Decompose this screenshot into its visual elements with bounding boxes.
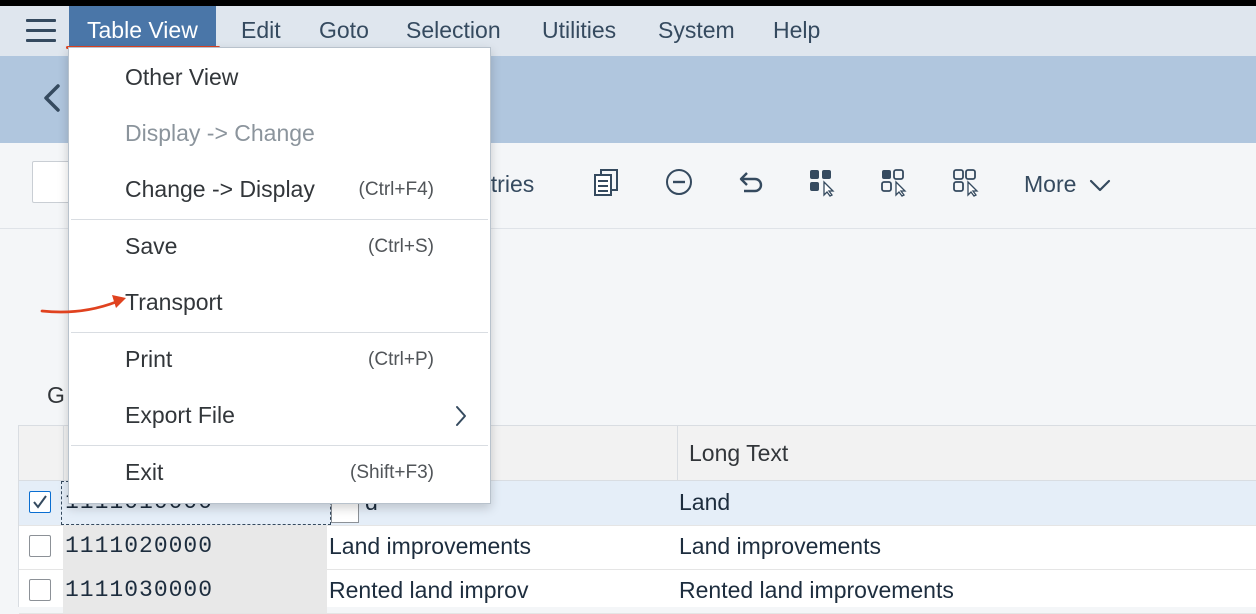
select-all-icon[interactable] bbox=[808, 167, 838, 197]
menu-system[interactable]: System bbox=[658, 6, 735, 56]
menu-item-save[interactable]: Save (Ctrl+S) bbox=[69, 220, 490, 276]
column-header-long-text[interactable]: Long Text bbox=[689, 440, 788, 467]
menu-item-transport[interactable]: Transport bbox=[69, 276, 490, 332]
menu-item-label: Display -> Change bbox=[125, 120, 315, 146]
row-checkbox[interactable] bbox=[29, 491, 51, 513]
select-all-header[interactable] bbox=[19, 426, 64, 480]
menu-item-shortcut: (Ctrl+P) bbox=[368, 349, 434, 370]
menu-item-label: Save bbox=[125, 233, 178, 259]
menu-item-shortcut: (Ctrl+F4) bbox=[358, 179, 434, 200]
menu-item-label: Change -> Display bbox=[125, 176, 315, 202]
menu-item-label: Other View bbox=[125, 64, 239, 90]
long-text-cell[interactable]: Land bbox=[679, 489, 730, 516]
hamburger-icon[interactable] bbox=[26, 19, 56, 43]
copy-icon[interactable] bbox=[592, 167, 622, 197]
menu-utilities[interactable]: Utilities bbox=[542, 6, 616, 56]
short-text-cell[interactable]: Land improvements bbox=[329, 533, 531, 560]
select-block-icon[interactable] bbox=[880, 167, 910, 197]
menu-item-exit[interactable]: Exit (Shift+F3) bbox=[69, 446, 490, 502]
annotation-arrow-icon bbox=[40, 295, 126, 314]
chevron-right-icon bbox=[456, 406, 466, 426]
menu-item-label: Export File bbox=[125, 402, 235, 428]
more-label: More bbox=[1024, 171, 1077, 197]
menu-help[interactable]: Help bbox=[773, 6, 820, 56]
table-row[interactable]: 1111030000 Rented land improv Rented lan… bbox=[19, 569, 1256, 614]
menu-item-display-change: Display -> Change bbox=[69, 107, 490, 163]
more-button[interactable]: More bbox=[1024, 171, 1111, 198]
long-text-cell[interactable]: Rented land improvements bbox=[679, 577, 954, 604]
menu-item-label: Print bbox=[125, 346, 173, 372]
chevron-down-icon bbox=[1089, 179, 1110, 192]
menu-item-shortcut: (Shift+F3) bbox=[350, 462, 434, 483]
chevron-left-icon[interactable] bbox=[40, 82, 68, 114]
checkmark-icon bbox=[33, 495, 47, 509]
deselect-all-icon[interactable] bbox=[952, 167, 982, 197]
table-row[interactable]: 1111020000 Land improvements Land improv… bbox=[19, 525, 1256, 570]
undo-icon[interactable] bbox=[736, 167, 766, 197]
menu-item-label: Exit bbox=[125, 459, 164, 485]
section-label: G bbox=[47, 382, 65, 408]
row-checkbox[interactable] bbox=[29, 579, 51, 601]
menu-item-change-display[interactable]: Change -> Display (Ctrl+F4) bbox=[69, 163, 490, 219]
menu-item-export-file[interactable]: Export File bbox=[69, 389, 490, 445]
remove-icon[interactable] bbox=[664, 167, 694, 197]
long-text-cell[interactable]: Land improvements bbox=[679, 533, 881, 560]
menu-item-print[interactable]: Print (Ctrl+P) bbox=[69, 333, 490, 389]
menu-item-other-view[interactable]: Other View bbox=[69, 51, 490, 107]
row-checkbox[interactable] bbox=[29, 535, 51, 557]
gl-account-cell[interactable]: 1111030000 bbox=[65, 577, 213, 603]
menu-item-label: Transport bbox=[125, 289, 223, 315]
short-text-cell[interactable]: Rented land improv bbox=[329, 577, 528, 604]
menu-item-shortcut: (Ctrl+S) bbox=[368, 236, 434, 257]
table-view-dropdown: Other View Display -> Change Change -> D… bbox=[68, 47, 491, 504]
gl-account-cell[interactable]: 1111020000 bbox=[65, 533, 213, 559]
